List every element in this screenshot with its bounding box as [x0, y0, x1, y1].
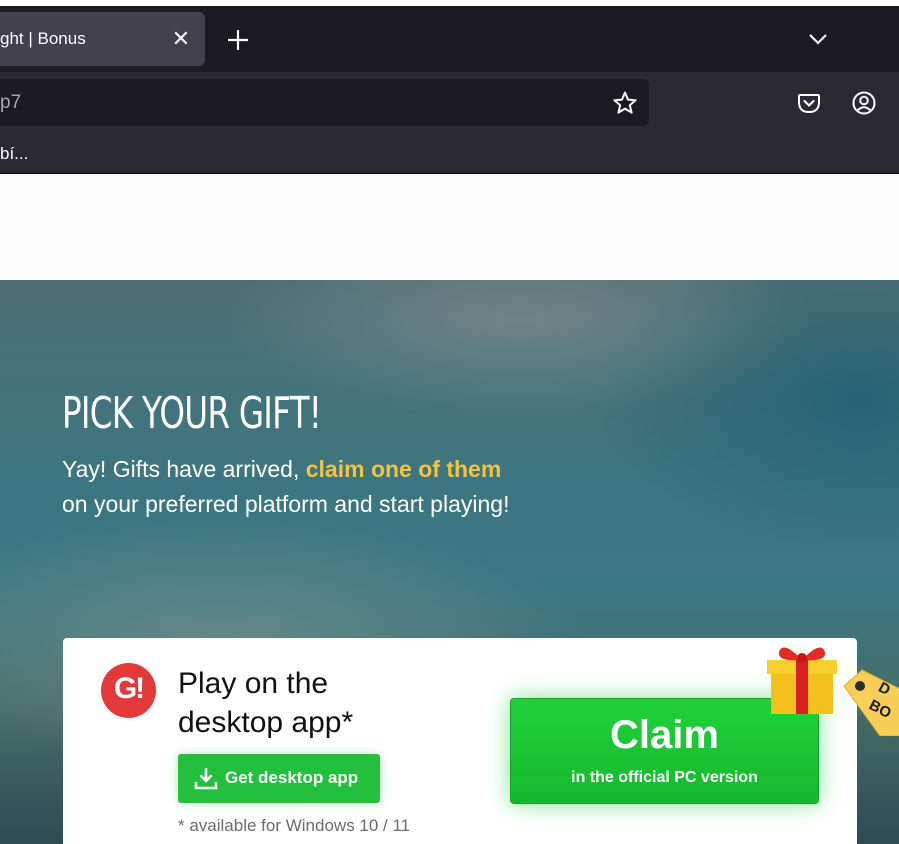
claim-sublabel: in the official PC version	[571, 769, 758, 786]
availability-note: * available for Windows 10 / 11	[178, 816, 411, 835]
account-icon[interactable]	[851, 90, 877, 116]
url-text[interactable]: p7	[0, 92, 21, 114]
navigation-toolbar: p7	[0, 72, 899, 134]
logo-text: G!	[113, 672, 145, 705]
active-tab[interactable]: ght | Bonus ✕	[0, 12, 205, 66]
hero-subtitle-start: Yay! Gifts have arrived,	[62, 456, 306, 482]
download-icon	[194, 767, 218, 790]
page-header-area	[0, 175, 899, 280]
hero-subtitle-end: on your preferred platform and start pla…	[62, 491, 510, 517]
bookmark-item[interactable]: bí...	[0, 144, 28, 164]
card-heading: Play on the desktop app*	[178, 664, 438, 742]
hero-section: PICK YOUR GIFT! Yay! Gifts have arrived,…	[0, 280, 899, 844]
chevron-down-icon[interactable]	[806, 27, 830, 51]
gift-box-icon	[765, 641, 839, 715]
desktop-app-card: G! Play on the desktop app* Get desktop …	[63, 638, 857, 844]
bookmarks-toolbar: bí...	[0, 134, 899, 174]
card-heading-line2: desktop app*	[178, 706, 354, 739]
pocket-icon[interactable]	[796, 90, 822, 116]
tab-title: ght | Bonus	[0, 29, 86, 48]
browser-titlebar: ght | Bonus ✕	[0, 0, 899, 72]
game-logo: G!	[101, 663, 156, 718]
page-title: PICK YOUR GIFT!	[62, 388, 322, 439]
hero-subtitle-highlight: claim one of them	[305, 456, 502, 482]
window-top-edge	[0, 0, 899, 6]
get-desktop-app-button[interactable]: Get desktop app	[178, 754, 380, 803]
tab-close-icon[interactable]: ✕	[170, 28, 192, 50]
get-desktop-app-label: Get desktop app	[225, 768, 359, 787]
hero-subtitle: Yay! Gifts have arrived, claim one of th…	[62, 452, 509, 522]
bookmark-star-icon[interactable]	[612, 90, 638, 116]
address-bar[interactable]: p7	[0, 79, 649, 126]
claim-label: Claim	[610, 713, 719, 757]
new-tab-icon[interactable]	[224, 26, 252, 54]
card-heading-line1: Play on the	[178, 667, 329, 700]
